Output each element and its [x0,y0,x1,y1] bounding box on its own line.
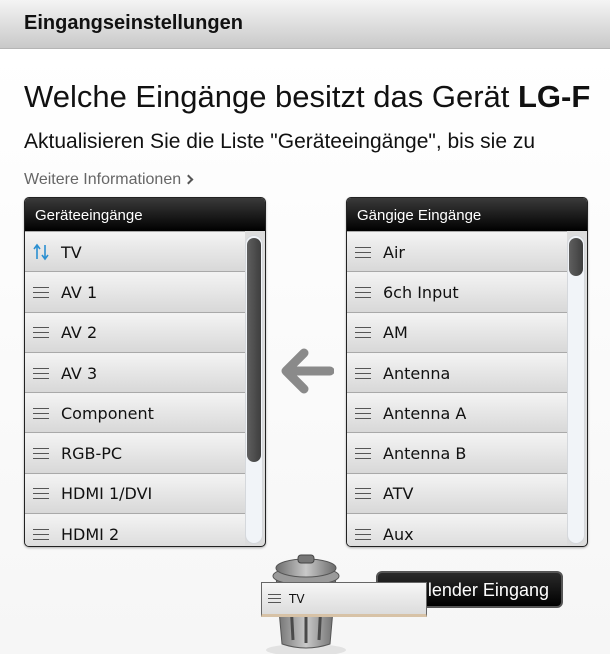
common-inputs-title: Gängige Eingänge [347,198,587,231]
list-item-label: 6ch Input [383,282,459,302]
scrollbar[interactable] [245,235,263,544]
list-item-label: RGB-PC [61,444,123,464]
list-item-label: Antenna B [383,444,467,464]
list-item-label: AV 3 [61,363,98,383]
list-item-label: HDMI 1/DVI [61,484,153,504]
title-bar: Eingangseinstellungen [0,0,610,49]
list-item-label: TV [61,242,82,262]
dragged-item-label: TV [289,591,305,606]
list-item[interactable]: Air [347,232,567,273]
list-item[interactable]: HDMI 1/DVI [25,473,245,515]
arrow-left-icon[interactable] [278,345,334,397]
device-name: LG-F [518,79,591,114]
list-item-label: AV 2 [61,323,98,343]
page-heading: Welche Eingänge besitzt das Gerät LG-F [24,79,590,115]
list-item-label: Aux [383,524,414,544]
scrollbar-thumb[interactable] [247,238,261,462]
grip-icon[interactable] [355,367,371,379]
grip-icon[interactable] [355,286,371,298]
sort-arrows-icon [33,243,49,261]
list-item-label: HDMI 2 [61,524,120,544]
scrollbar-thumb[interactable] [569,238,583,276]
list-item[interactable]: AV 2 [25,312,245,353]
list-item[interactable]: AV 3 [25,352,245,394]
list-item-label: Antenna A [383,403,467,423]
common-inputs-panel: Gängige Eingänge Air 6ch Input AM Antenn… [346,197,588,547]
grip-icon[interactable] [355,488,371,500]
grip-icon[interactable] [355,327,371,339]
grip-icon [268,594,281,603]
grip-icon[interactable] [33,488,49,500]
grip-icon[interactable] [33,528,49,540]
list-item-label: ATV [383,484,414,504]
device-inputs-list: TV AV 1 AV 2 AV 3 Component RGB-PC HDMI … [25,231,245,546]
list-item[interactable]: TV [25,232,245,273]
grip-icon[interactable] [33,407,49,419]
main-content: Welche Eingänge besitzt das Gerät LG-F A… [0,49,610,654]
grip-icon[interactable] [355,528,371,540]
device-inputs-panel: Geräteeingänge TV AV 1 AV 2 AV 3 Compone… [24,197,266,547]
window-title: Eingangseinstellungen [24,12,243,34]
list-item-label: Air [383,242,405,262]
grip-icon[interactable] [33,448,49,460]
grip-icon[interactable] [33,327,49,339]
grip-icon[interactable] [355,246,371,258]
chevron-right-icon [183,174,194,185]
more-info-label: Weitere Informationen [24,171,182,188]
list-item[interactable]: Antenna A [347,393,567,434]
instructions-text: Aktualisieren Sie die Liste "Geräteeingä… [24,130,536,153]
list-item-label: AV 1 [61,282,98,302]
list-item[interactable]: 6ch Input [347,272,567,313]
list-item-label: Component [61,403,154,423]
list-item-label: Antenna [383,363,451,383]
grip-icon[interactable] [355,448,371,460]
grip-icon[interactable] [33,286,49,298]
list-item[interactable]: HDMI 2 [25,514,245,546]
list-item[interactable]: Antenna [347,352,567,394]
common-inputs-list: Air 6ch Input AM Antenna Antenna A Anten… [347,231,567,546]
dragged-list-item[interactable]: TV [261,582,427,617]
grip-icon[interactable] [355,407,371,419]
list-item[interactable]: Component [25,393,245,434]
grip-icon[interactable] [33,367,49,379]
list-item[interactable]: AV 1 [25,272,245,313]
list-item[interactable]: ATV [347,473,567,515]
scrollbar[interactable] [567,235,585,544]
more-info-link[interactable]: Weitere Informationen [24,171,194,189]
heading-text: Welche Eingänge besitzt das Gerät [24,79,518,114]
list-item[interactable]: AM [347,312,567,353]
list-item[interactable]: RGB-PC [25,433,245,474]
list-item[interactable]: Aux [347,514,567,546]
device-inputs-title: Geräteeingänge [25,198,265,231]
list-item[interactable]: Antenna B [347,433,567,474]
list-item-label: AM [383,323,408,343]
